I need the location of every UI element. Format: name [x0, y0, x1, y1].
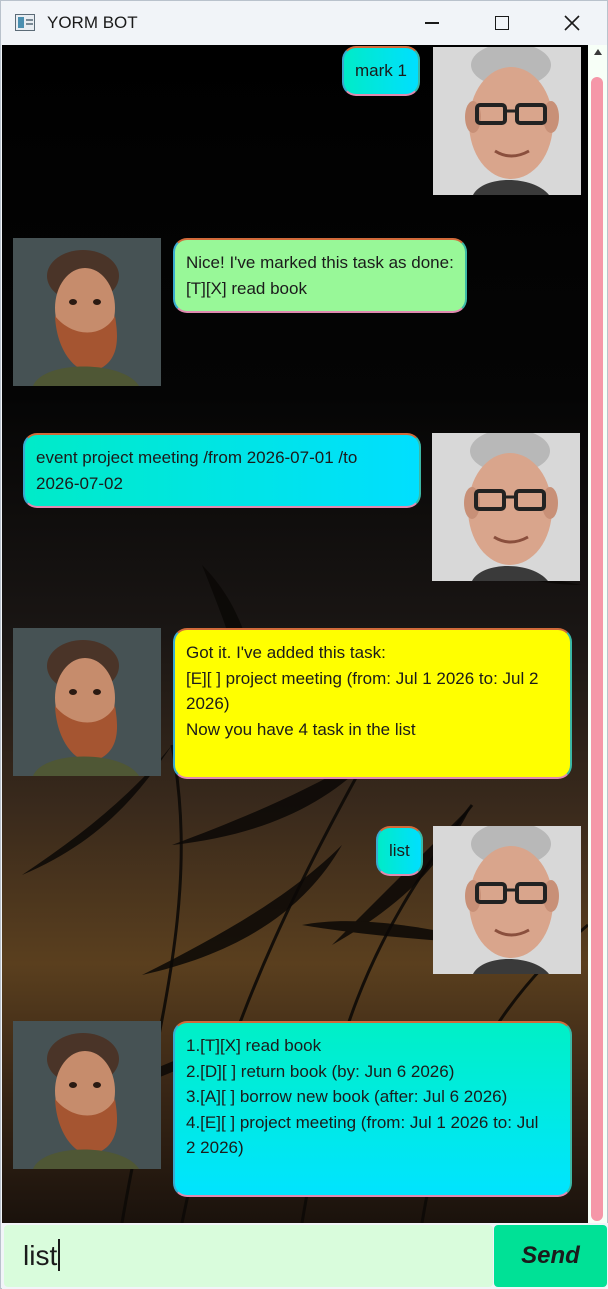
minimize-icon	[425, 22, 439, 24]
text-caret	[58, 1239, 60, 1271]
scroll-up-arrow-icon[interactable]	[594, 49, 602, 55]
title-bar[interactable]: YORM BOT	[1, 1, 607, 45]
app-window-icon	[15, 14, 35, 31]
bot-avatar	[13, 238, 161, 386]
close-icon	[564, 15, 580, 31]
maximize-button[interactable]	[467, 1, 537, 45]
input-bar: list Send	[2, 1223, 608, 1289]
user-message-bubble: event project meeting /from 2026-07-01 /…	[23, 433, 421, 508]
maximize-icon	[495, 16, 509, 30]
send-button[interactable]: Send	[494, 1225, 607, 1287]
user-avatar	[433, 826, 581, 974]
message-input[interactable]: list	[4, 1225, 493, 1287]
bot-avatar	[13, 628, 161, 776]
app-window: YORM BOT mark 1 Nice! I've marked this t…	[0, 0, 608, 1289]
user-message-bubble: list	[376, 826, 423, 876]
user-message-bubble: mark 1	[342, 46, 420, 96]
bot-message-bubble: 1.[T][X] read book 2.[D][ ] return book …	[173, 1021, 572, 1197]
scrollbar-thumb[interactable]	[591, 77, 603, 1221]
bot-message-bubble: Nice! I've marked this task as done: [T]…	[173, 238, 467, 313]
bot-avatar	[13, 1021, 161, 1169]
window-title: YORM BOT	[47, 13, 138, 32]
user-avatar	[432, 433, 580, 581]
chat-scroll-area[interactable]: mark 1 Nice! I've marked this task as do…	[2, 45, 588, 1223]
bot-message-bubble: Got it. I've added this task: [E][ ] pro…	[173, 628, 572, 779]
message-input-value: list	[23, 1240, 58, 1271]
user-avatar	[433, 47, 581, 195]
minimize-button[interactable]	[397, 1, 467, 45]
close-button[interactable]	[537, 1, 607, 45]
